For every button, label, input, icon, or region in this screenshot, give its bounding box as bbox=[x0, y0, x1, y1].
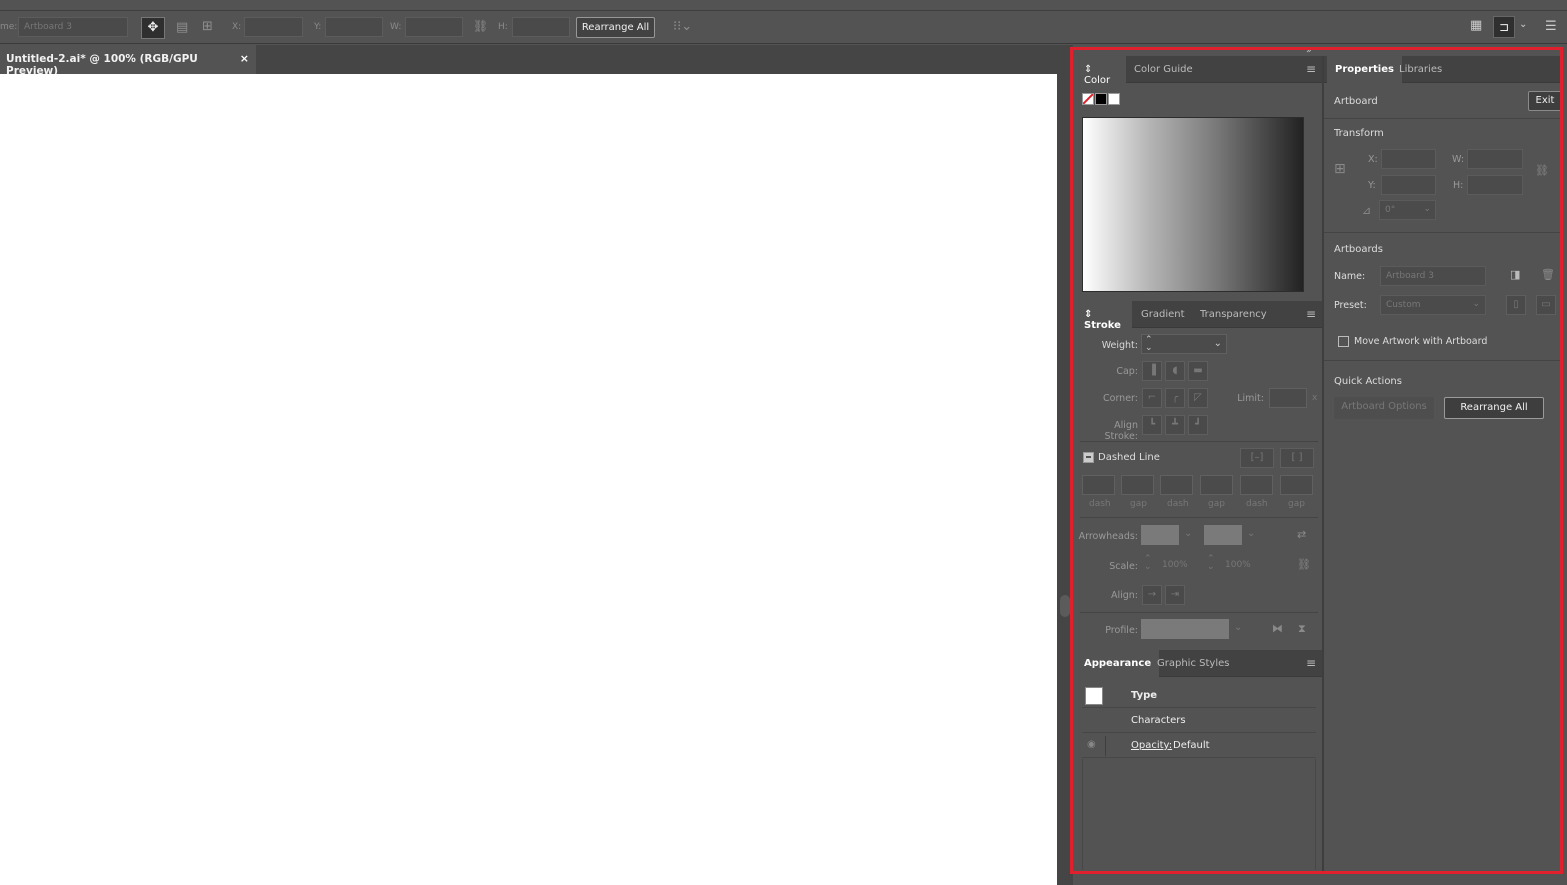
title-strip bbox=[0, 0, 1567, 11]
control-bar: me: Artboard 3 ✥ ▤ ⊞ X: Y: W: ⛓ H: Rearr… bbox=[0, 12, 1567, 44]
chevron-down-icon[interactable]: ⌄ bbox=[1519, 19, 1527, 30]
move-artboard-icon[interactable]: ✥ bbox=[141, 17, 165, 39]
h-field[interactable] bbox=[512, 17, 570, 37]
collapse-handle[interactable] bbox=[1060, 595, 1070, 617]
h-label: H: bbox=[498, 22, 508, 32]
close-icon[interactable]: × bbox=[240, 52, 249, 65]
x-label: X: bbox=[232, 22, 242, 32]
document-tab-bar: Untitled-2.ai* @ 100% (RGB/GPU Preview) … bbox=[0, 45, 1060, 77]
workspace-switcher-icon[interactable]: ⊐ bbox=[1493, 16, 1515, 38]
w-label: W: bbox=[390, 22, 402, 32]
artboard-options-icon[interactable]: ▤ bbox=[176, 20, 188, 35]
y-field[interactable] bbox=[325, 17, 383, 37]
list-icon[interactable]: ☰ bbox=[1545, 19, 1557, 34]
y-label: Y: bbox=[314, 22, 322, 32]
grid-icon[interactable]: ⊞ bbox=[202, 19, 213, 34]
w-field[interactable] bbox=[405, 17, 463, 37]
artboard-name-field[interactable]: Artboard 3 bbox=[18, 17, 128, 37]
artboard-canvas[interactable] bbox=[0, 74, 1057, 885]
link-proportions-icon[interactable]: ⛓ bbox=[473, 19, 488, 33]
x-field[interactable] bbox=[244, 17, 303, 37]
arrange-documents-icon[interactable]: ▦ bbox=[1470, 18, 1482, 33]
highlight-box bbox=[1070, 47, 1563, 874]
document-tab[interactable]: Untitled-2.ai* @ 100% (RGB/GPU Preview) … bbox=[0, 45, 256, 77]
align-options-icon[interactable]: ⁝⁝⌄ bbox=[673, 19, 692, 34]
artboard-name-label: me: bbox=[0, 22, 18, 32]
rearrange-all-button[interactable]: Rearrange All bbox=[576, 17, 655, 38]
